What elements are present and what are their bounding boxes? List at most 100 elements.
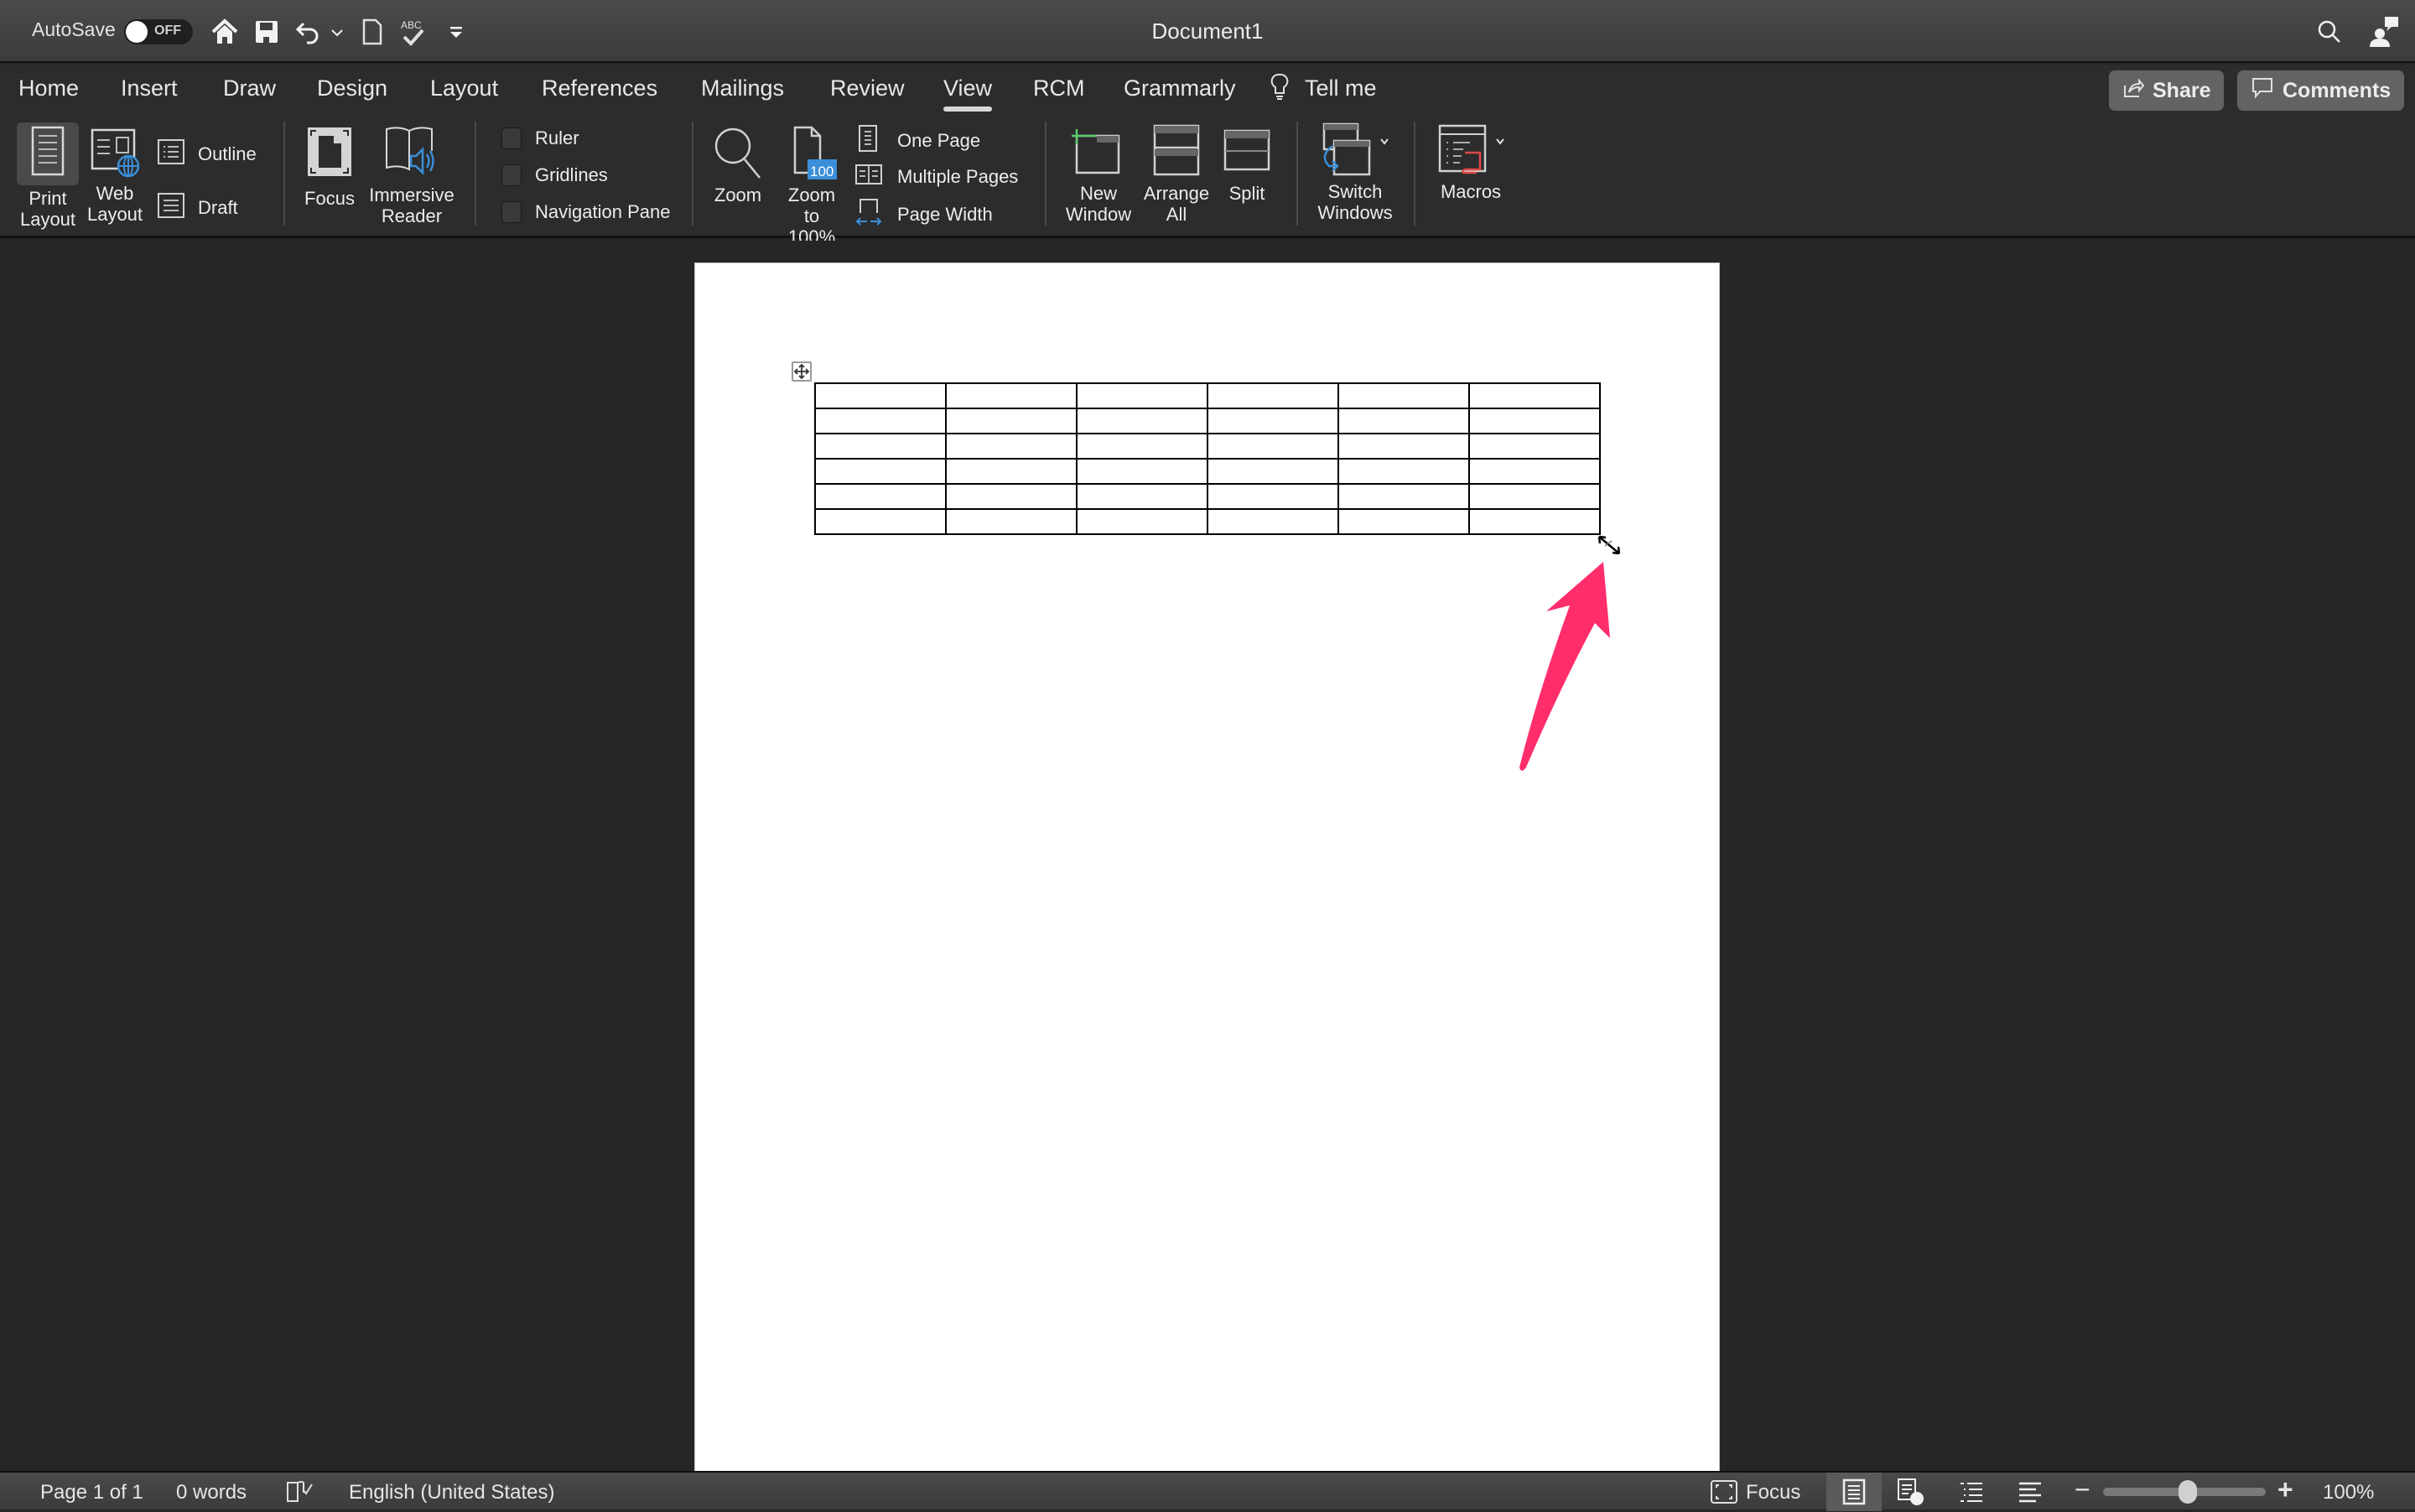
language-indicator[interactable]: English (United States) (349, 1481, 554, 1504)
print-layout-button[interactable]: Print Layout (17, 126, 79, 230)
draft-button[interactable]: Draft (158, 193, 238, 223)
comments-button[interactable]: Comments (2237, 70, 2405, 111)
table-cell[interactable] (814, 382, 947, 409)
tab-review[interactable]: Review (830, 75, 905, 101)
tab-layout[interactable]: Layout (430, 75, 498, 101)
gridlines-check-box[interactable] (501, 164, 522, 186)
table-cell[interactable] (814, 408, 947, 434)
tab-view[interactable]: View (943, 75, 993, 112)
table-cell[interactable] (945, 483, 1078, 510)
tab-draw[interactable]: Draw (223, 75, 276, 101)
table-cell[interactable] (1076, 458, 1208, 485)
gridlines-checkbox[interactable]: Gridlines (501, 164, 608, 186)
share-button[interactable]: Share (2109, 70, 2225, 111)
web-layout-button[interactable]: Web Layout (86, 127, 144, 225)
print-layout-view-button[interactable] (1826, 1473, 1882, 1511)
table-cell[interactable] (1468, 508, 1601, 535)
multiple-pages-button[interactable]: Multiple Pages (855, 164, 1018, 190)
tab-home[interactable]: Home (18, 75, 79, 101)
focus-label: Focus (304, 188, 355, 209)
collaborate-icon[interactable] (2366, 15, 2400, 49)
immersive-reader-button[interactable]: Immersive Reader (366, 126, 458, 226)
table-cell[interactable] (1337, 458, 1470, 485)
outline-button[interactable]: Outline (158, 139, 257, 169)
split-button[interactable]: Split (1219, 129, 1275, 204)
arrange-all-button[interactable]: Arrange All (1140, 124, 1213, 225)
search-icon[interactable] (2314, 17, 2345, 47)
immersive-reader-label-2: Reader (381, 205, 443, 226)
document-table[interactable] (814, 382, 1601, 535)
table-cell[interactable] (1207, 433, 1339, 460)
table-cell[interactable] (945, 458, 1078, 485)
table-cell[interactable] (814, 433, 947, 460)
zoom-percent[interactable]: 100% (2323, 1481, 2374, 1504)
focus-mode-label[interactable]: Focus (1746, 1481, 1800, 1504)
table-cell[interactable] (945, 408, 1078, 434)
tab-mailings[interactable]: Mailings (701, 75, 784, 101)
split-icon (1219, 129, 1275, 173)
draft-view-button[interactable] (2002, 1473, 2058, 1511)
table-cell[interactable] (1468, 433, 1601, 460)
move-arrows-icon (793, 363, 810, 380)
navigation-pane-check-box[interactable] (501, 201, 522, 223)
draft-label: Draft (198, 197, 238, 218)
table-cell[interactable] (1337, 508, 1470, 535)
proofing-icon[interactable] (285, 1478, 314, 1512)
table-cell[interactable] (1337, 408, 1470, 434)
tab-tell-me[interactable]: Tell me (1305, 75, 1377, 101)
table-cell[interactable] (1468, 458, 1601, 485)
table-cell[interactable] (1468, 483, 1601, 510)
table-cell[interactable] (1207, 508, 1339, 535)
table-cell[interactable] (1207, 382, 1339, 409)
table-cell[interactable] (1337, 483, 1470, 510)
table-cell[interactable] (1468, 382, 1601, 409)
new-window-button[interactable]: New Window (1058, 124, 1139, 225)
table-move-handle[interactable] (792, 361, 812, 382)
table-cell[interactable] (814, 483, 947, 510)
new-window-icon (1058, 124, 1139, 178)
focus-mode-icon[interactable] (1711, 1480, 1737, 1509)
one-page-button[interactable]: One Page (857, 124, 980, 158)
table-cell[interactable] (1468, 408, 1601, 434)
outline-view-button[interactable] (1944, 1473, 1999, 1511)
table-cell[interactable] (1076, 408, 1208, 434)
table-cell[interactable] (1207, 483, 1339, 510)
tab-grammarly[interactable]: Grammarly (1124, 75, 1236, 101)
table-cell[interactable] (814, 508, 947, 535)
table-cell[interactable] (1337, 433, 1470, 460)
table-cell[interactable] (1076, 483, 1208, 510)
page-count[interactable]: Page 1 of 1 (40, 1481, 143, 1504)
table-cell[interactable] (1076, 508, 1208, 535)
tab-design[interactable]: Design (317, 75, 387, 101)
switch-windows-button[interactable]: Switch Windows (1310, 122, 1400, 223)
tab-rcm[interactable]: RCM (1033, 75, 1085, 101)
table-cell[interactable] (814, 458, 947, 485)
table-cell[interactable] (945, 508, 1078, 535)
tab-insert[interactable]: Insert (121, 75, 178, 101)
zoom-slider[interactable] (2103, 1480, 2266, 1504)
table-cell[interactable] (1076, 382, 1208, 409)
web-layout-view-button[interactable] (1883, 1473, 1939, 1511)
word-count[interactable]: 0 words (176, 1481, 247, 1504)
tab-references[interactable]: References (542, 75, 657, 101)
ruler-checkbox[interactable]: Ruler (501, 127, 579, 149)
table-cell[interactable] (1207, 408, 1339, 434)
macros-button[interactable]: Macros (1431, 122, 1511, 202)
zoom-out-button[interactable]: − (2075, 1474, 2090, 1505)
zoom-button[interactable]: Zoom (709, 126, 767, 205)
document-page[interactable] (694, 262, 1720, 1478)
zoom-to-100-button[interactable]: 100 Zoom to 100% (778, 126, 845, 247)
page-width-button[interactable]: Page Width (855, 198, 993, 231)
table-cell[interactable] (1207, 458, 1339, 485)
table-cell[interactable] (945, 382, 1078, 409)
focus-button[interactable]: Focus (300, 126, 359, 209)
table-cell[interactable] (1337, 382, 1470, 409)
table-cell[interactable] (945, 433, 1078, 460)
ruler-check-box[interactable] (501, 127, 522, 149)
navigation-pane-checkbox[interactable]: Navigation Pane (501, 201, 670, 223)
page-width-label: Page Width (897, 204, 993, 225)
table-cell[interactable] (1076, 433, 1208, 460)
zoom-in-button[interactable]: + (2277, 1474, 2293, 1505)
arrange-all-label-1: Arrange (1143, 183, 1210, 204)
zoom-slider-thumb[interactable] (2179, 1480, 2197, 1504)
